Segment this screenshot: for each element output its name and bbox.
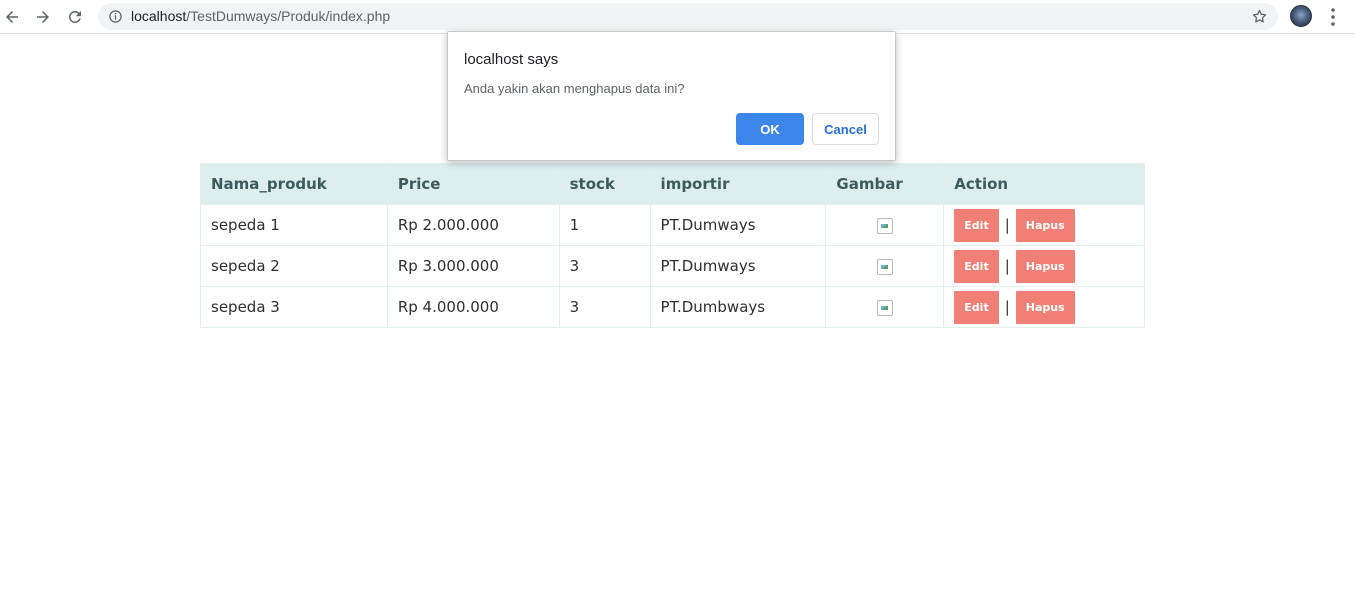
star-icon[interactable]	[1251, 8, 1268, 25]
table-row: sepeda 2 Rp 3.000.000 3 PT.Dumways Edit |…	[200, 245, 1145, 287]
product-table: Nama_produk Price stock importir Gambar …	[200, 163, 1145, 328]
header-nama-produk: Nama_produk	[200, 163, 388, 205]
dialog-title: localhost says	[464, 51, 559, 68]
cell-stock: 3	[558, 286, 651, 328]
cell-stock: 1	[558, 204, 651, 246]
table-header-row: Nama_produk Price stock importir Gambar …	[200, 163, 1145, 205]
cell-gambar	[825, 245, 945, 287]
cell-importir: PT.Dumways	[649, 245, 827, 287]
header-action: Action	[943, 163, 1145, 205]
hapus-button[interactable]: Hapus	[1015, 249, 1075, 283]
address-bar[interactable]: localhost/TestDumways/Produk/index.php	[98, 3, 1278, 30]
action-separator: |	[1004, 257, 1010, 275]
table-row: sepeda 3 Rp 4.000.000 3 PT.Dumbways Edit…	[200, 286, 1145, 328]
ok-button[interactable]: OK	[736, 113, 804, 145]
broken-image-icon	[876, 217, 893, 234]
edit-button[interactable]: Edit	[954, 208, 999, 242]
edit-button[interactable]: Edit	[954, 249, 999, 283]
header-gambar: Gambar	[825, 163, 945, 205]
table-row: sepeda 1 Rp 2.000.000 1 PT.Dumways Edit |…	[200, 204, 1145, 246]
info-icon[interactable]	[108, 9, 123, 24]
url-text: localhost/TestDumways/Produk/index.php	[131, 8, 391, 24]
forward-arrow-icon[interactable]	[31, 5, 55, 29]
cell-price: Rp 2.000.000	[386, 204, 560, 246]
avatar[interactable]	[1290, 5, 1312, 27]
broken-image-icon	[876, 258, 893, 275]
cell-stock: 3	[558, 245, 651, 287]
action-separator: |	[1004, 216, 1010, 234]
reload-icon[interactable]	[63, 5, 87, 29]
cell-nama-produk: sepeda 2	[200, 245, 388, 287]
cancel-button[interactable]: Cancel	[812, 113, 879, 145]
cell-importir: PT.Dumbways	[649, 286, 827, 328]
kebab-menu-icon[interactable]	[1325, 7, 1341, 27]
dialog-message: Anda yakin akan menghapus data ini?	[464, 81, 685, 96]
edit-button[interactable]: Edit	[954, 290, 999, 324]
hapus-button[interactable]: Hapus	[1015, 208, 1075, 242]
cell-gambar	[825, 286, 945, 328]
action-separator: |	[1004, 298, 1010, 316]
browser-toolbar: localhost/TestDumways/Produk/index.php	[0, 0, 1355, 34]
hapus-button[interactable]: Hapus	[1015, 290, 1075, 324]
cell-importir: PT.Dumways	[649, 204, 827, 246]
broken-image-icon	[876, 299, 893, 316]
cell-action: Edit | Hapus	[943, 286, 1145, 328]
cell-price: Rp 3.000.000	[386, 245, 560, 287]
cell-nama-produk: sepeda 3	[200, 286, 388, 328]
back-arrow-icon[interactable]	[0, 5, 24, 29]
header-stock: stock	[558, 163, 651, 205]
header-importir: importir	[649, 163, 827, 205]
cell-gambar	[825, 204, 945, 246]
confirm-dialog: localhost says Anda yakin akan menghapus…	[447, 31, 896, 161]
header-price: Price	[386, 163, 560, 205]
cell-nama-produk: sepeda 1	[200, 204, 388, 246]
cell-price: Rp 4.000.000	[386, 286, 560, 328]
cell-action: Edit | Hapus	[943, 245, 1145, 287]
cell-action: Edit | Hapus	[943, 204, 1145, 246]
